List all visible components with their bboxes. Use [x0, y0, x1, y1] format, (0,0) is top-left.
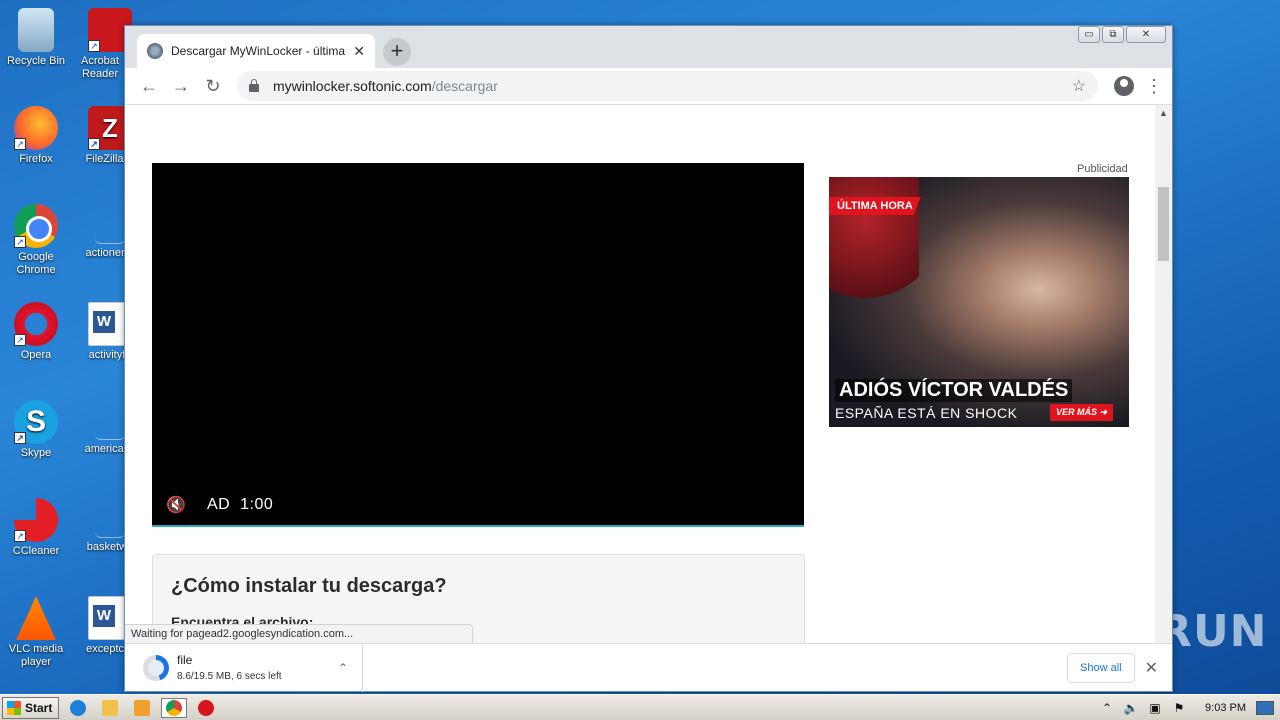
advertising-label: Publicidad — [1077, 163, 1128, 175]
ad-cta-button[interactable]: VER MÁS ➜ — [1049, 404, 1113, 421]
clock[interactable]: 9:03 PM — [1205, 702, 1246, 714]
file-icon — [95, 508, 125, 538]
tray-expand-icon[interactable]: ⌃ — [1099, 701, 1115, 715]
desktop-icon-vlc[interactable]: VLC media player — [0, 596, 72, 669]
desktop-icon-ccleaner[interactable]: ↗ CCleaner — [0, 498, 72, 558]
download-filename: file — [177, 653, 193, 667]
taskbar: Start ⌃ 🔈 ▣ ⚑ 9:03 PM — [0, 694, 1280, 720]
desktop-icon-label: Recycle Bin — [6, 55, 66, 67]
browser-toolbar: ← → ↻ mywinlocker.softonic.com/descargar… — [125, 68, 1172, 104]
window-controls: ▭ ⧉ ✕ — [1078, 26, 1166, 43]
tab-title: Descargar MyWinLocker - última ver — [171, 44, 348, 58]
page-viewport: 🔇 AD 1:00 Publicidad ÚLTIMA HORA ADIÓS V… — [125, 104, 1172, 643]
download-shelf: file 8.6/19.5 MB, 6 secs left ⌃ Show all… — [125, 643, 1172, 692]
scroll-up-arrow-icon[interactable]: ▲ — [1155, 105, 1172, 122]
start-label: Start — [25, 700, 53, 715]
maximize-button[interactable]: ⧉ — [1102, 26, 1124, 43]
desktop-icon-label: Opera — [20, 349, 52, 361]
show-all-button[interactable]: Show all — [1067, 652, 1135, 683]
desktop-icon-skype[interactable]: S ↗ Skype — [0, 400, 72, 460]
close-shelf-icon[interactable]: ✕ — [1145, 658, 1158, 678]
ad-badge: ÚLTIMA HORA — [829, 197, 921, 215]
action-center-flag-icon[interactable]: ⚑ — [1171, 701, 1187, 715]
desktop-icon-label: VLC media player — [8, 643, 64, 668]
minimize-button[interactable]: ▭ — [1078, 26, 1100, 43]
video-player[interactable]: 🔇 AD 1:00 — [152, 163, 804, 527]
opera-icon: ↗ — [14, 302, 58, 346]
explorer-folder-icon[interactable] — [97, 698, 123, 718]
video-ad-countdown: AD 1:00 — [207, 496, 274, 513]
chrome-icon: ↗ — [14, 204, 58, 248]
skype-icon: S ↗ — [14, 400, 58, 444]
desktop-icon-opera[interactable]: ↗ Opera — [0, 302, 72, 362]
vlc-icon — [16, 596, 56, 640]
scrollbar-thumb[interactable] — [1158, 187, 1169, 261]
account-icon[interactable] — [1114, 76, 1134, 96]
menu-icon[interactable]: ⋮ — [1144, 77, 1164, 95]
page-scrollbar[interactable]: ▲ — [1155, 105, 1172, 643]
status-bubble: Waiting for pagead2.googlesyndication.co… — [125, 624, 473, 643]
tab-active[interactable]: Descargar MyWinLocker - última ver ✕ — [137, 34, 375, 68]
show-desktop-button[interactable] — [1256, 700, 1274, 715]
network-icon[interactable]: ▣ — [1147, 701, 1163, 715]
file-icon — [95, 214, 125, 244]
volume-icon[interactable]: 🔈 — [1123, 701, 1139, 715]
desktop-icon-label: Skype — [20, 447, 52, 459]
desktop-icon-firefox[interactable]: ↗ Firefox — [0, 106, 72, 166]
media-player-icon[interactable] — [129, 698, 155, 718]
download-item[interactable]: file 8.6/19.5 MB, 6 secs left ⌃ — [125, 643, 363, 692]
firefox-icon: ↗ — [14, 106, 58, 150]
mute-icon[interactable]: 🔇 — [166, 495, 186, 515]
ad-headline: ADIÓS VÍCTOR VALDÉS — [835, 379, 1073, 402]
download-status: 8.6/19.5 MB, 6 secs left — [177, 671, 282, 682]
install-heading: ¿Cómo instalar tu descarga? — [171, 575, 447, 597]
forward-button[interactable]: → — [165, 72, 197, 100]
address-bar[interactable]: mywinlocker.softonic.com/descargar ☆ — [237, 71, 1098, 101]
tab-close-icon[interactable]: ✕ — [353, 43, 365, 60]
new-tab-button[interactable]: + — [383, 38, 411, 66]
desktop-icon-label: Google Chrome — [16, 251, 56, 276]
url-path: /descargar — [431, 78, 498, 94]
browser-titlebar: Descargar MyWinLocker - última ver ✕ + ▭… — [125, 26, 1172, 68]
lock-icon — [249, 79, 259, 92]
reload-button[interactable]: ↻ — [197, 72, 229, 100]
recycle-bin-icon — [18, 8, 54, 52]
ad-banner[interactable]: ÚLTIMA HORA ADIÓS VÍCTOR VALDÉS ESPAÑA E… — [829, 177, 1129, 427]
desktop-icon-recycle-bin[interactable]: Recycle Bin — [0, 8, 72, 68]
download-progress-icon — [143, 654, 169, 681]
softonic-favicon-icon — [147, 43, 163, 59]
start-button[interactable]: Start — [2, 696, 60, 719]
ad-subline: ESPAÑA ESTÁ EN SHOCK — [835, 405, 1018, 421]
chrome-taskbar-icon[interactable] — [161, 697, 188, 718]
chevron-up-icon[interactable]: ⌃ — [338, 661, 348, 675]
opera-taskbar-icon[interactable] — [193, 698, 219, 718]
windows-logo-icon — [7, 700, 21, 715]
internet-explorer-icon[interactable] — [65, 698, 91, 718]
ccleaner-icon: ↗ — [14, 498, 58, 542]
back-button[interactable]: ← — [133, 72, 165, 100]
file-icon — [95, 410, 125, 440]
desktop-icon-chrome[interactable]: ↗ Google Chrome — [0, 204, 72, 277]
desktop-icon-label: Acrobat Reader — [81, 55, 119, 80]
close-window-button[interactable]: ✕ — [1126, 26, 1166, 43]
desktop-icon-label: Firefox — [19, 153, 53, 165]
bookmark-star-icon[interactable]: ☆ — [1072, 76, 1086, 96]
desktop-icon-label: CCleaner — [12, 545, 60, 557]
system-tray: ⌃ 🔈 ▣ ⚑ 9:03 PM — [1095, 695, 1280, 720]
browser-window: Descargar MyWinLocker - última ver ✕ + ▭… — [124, 25, 1173, 692]
url-host: mywinlocker.softonic.com — [273, 78, 432, 94]
